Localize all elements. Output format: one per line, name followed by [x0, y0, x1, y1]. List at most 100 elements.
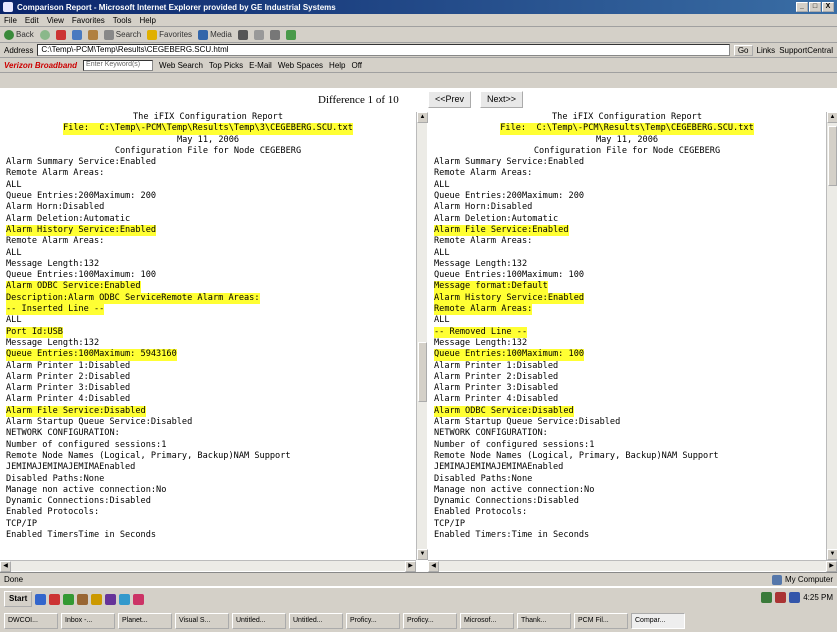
taskbar-task-button[interactable]: Thank...: [517, 613, 571, 629]
quick-launch-icon[interactable]: [105, 593, 117, 605]
links-item-email[interactable]: E-Mail: [249, 61, 272, 70]
start-button[interactable]: Start: [4, 591, 33, 607]
scroll-down-icon[interactable]: ▼: [417, 549, 428, 560]
line-text: Alarm Printer 2:Disabled: [6, 371, 131, 382]
quick-launch-icon[interactable]: [35, 593, 47, 605]
scroll-right-icon[interactable]: ▶: [405, 561, 416, 572]
diff-highlight-text: Alarm ODBC Service:Disabled: [434, 405, 574, 418]
quick-launch-icon[interactable]: [133, 593, 145, 605]
line-text: JEMIMAJEMIMAJEMIMAEnabled: [6, 462, 136, 473]
favorites-button[interactable]: Favorites: [147, 29, 192, 40]
address-input[interactable]: C:\Temp\-PCM\Temp\Results\CEGEBERG.SCU.h…: [37, 44, 730, 56]
report-line: Alarm Startup Queue Service:Disabled: [428, 417, 826, 428]
keyword-search-input[interactable]: Enter Keyword(s): [83, 59, 154, 71]
menu-view[interactable]: View: [47, 16, 64, 25]
taskbar-task-button[interactable]: Compar...: [631, 613, 685, 629]
tray-icon[interactable]: [775, 592, 787, 603]
prev-button[interactable]: <<Prev: [428, 91, 472, 108]
refresh-icon: [71, 29, 82, 40]
line-text: Dynamic Connections:Disabled: [434, 496, 579, 507]
right-compare-pane[interactable]: The iFIX Configuration Report File: C:\Te…: [428, 112, 826, 572]
home-button[interactable]: [87, 29, 98, 40]
taskbar-task-button[interactable]: Untitled...: [289, 613, 343, 629]
scroll-right-icon[interactable]: ▶: [826, 561, 837, 572]
scroll-left-icon[interactable]: ◀: [428, 561, 439, 572]
go-button[interactable]: Go: [733, 44, 753, 56]
scroll-left-icon[interactable]: ◀: [0, 561, 11, 572]
left-horizontal-scrollbar[interactable]: ◀ ▶: [0, 560, 416, 572]
links-item-help[interactable]: Help: [329, 61, 345, 70]
quick-launch-icon[interactable]: [49, 593, 61, 605]
taskbar-task-button[interactable]: Microsof...: [460, 613, 514, 629]
taskbar-task-button[interactable]: Proficy...: [346, 613, 400, 629]
links-item-web-spaces[interactable]: Web Spaces: [278, 61, 323, 70]
line-text: Remote Alarm Areas:: [6, 168, 105, 179]
menu-help[interactable]: Help: [139, 16, 155, 25]
media-button[interactable]: Media: [198, 29, 232, 40]
next-button[interactable]: Next>>: [480, 91, 524, 108]
line-text: Manage non active connection:No: [434, 484, 595, 495]
window-titlebar[interactable]: Comparison Report - Microsoft Internet E…: [0, 0, 837, 14]
report-line: ALL: [428, 315, 826, 326]
scroll-up-icon[interactable]: ▲: [417, 112, 428, 123]
line-text: Message Length:132: [434, 258, 528, 269]
difference-counter: Difference 1 of 10: [318, 94, 399, 106]
quick-launch-icon[interactable]: [91, 593, 103, 605]
quick-launch-icon[interactable]: [63, 593, 75, 605]
right-horizontal-scrollbar[interactable]: ◀ ▶: [428, 560, 837, 572]
page-content: Difference 1 of 10 <<Prev Next>> The iFI…: [0, 88, 837, 572]
quick-launch-icon[interactable]: [77, 593, 89, 605]
left-vertical-scrollbar[interactable]: ▲ ▼: [416, 112, 428, 560]
scroll-thumb[interactable]: [418, 342, 427, 402]
search-button[interactable]: Search: [103, 29, 141, 40]
close-button[interactable]: X: [822, 2, 834, 12]
taskbar-task-button[interactable]: Inbox -...: [61, 613, 115, 629]
edit-button[interactable]: [285, 29, 296, 40]
windows-taskbar: Start DWCOI... Inbox -... Planet... Visual …: [0, 586, 837, 631]
mail-button[interactable]: [253, 29, 264, 40]
maximize-button[interactable]: □: [809, 2, 821, 12]
report-line: Alarm ODBC Service:Disabled: [428, 405, 826, 418]
line-text: Queue Entries:200Maximum: 200: [434, 191, 585, 202]
left-compare-pane[interactable]: The iFIX Configuration Report File: C:\Te…: [0, 112, 416, 572]
tray-icon[interactable]: [761, 592, 773, 603]
links-item-top-picks[interactable]: Top Picks: [209, 61, 243, 70]
window-title: Comparison Report - Microsoft Internet E…: [17, 2, 336, 12]
taskbar-task-button[interactable]: Untitled...: [232, 613, 286, 629]
quick-launch-icon[interactable]: [119, 593, 131, 605]
refresh-button[interactable]: [71, 29, 82, 40]
right-vertical-scrollbar[interactable]: ▲ ▼: [826, 112, 837, 560]
scroll-down-icon[interactable]: ▼: [827, 549, 837, 560]
scroll-up-icon[interactable]: ▲: [827, 112, 837, 123]
line-text: Remote Node Names (Logical, Primary, Bac…: [434, 450, 719, 461]
web-search-button[interactable]: Web Search: [159, 61, 203, 70]
line-text: NETWORK CONFIGURATION:: [6, 428, 120, 439]
minimize-button[interactable]: _: [796, 2, 808, 12]
taskbar-task-button[interactable]: DWCOI...: [4, 613, 58, 629]
taskbar-task-button[interactable]: Planet...: [118, 613, 172, 629]
report-line: ALL: [0, 180, 416, 191]
history-button[interactable]: [237, 29, 248, 40]
taskbar-task-button[interactable]: Proficy...: [403, 613, 457, 629]
menu-edit[interactable]: Edit: [25, 16, 39, 25]
status-bar: Done My Computer: [0, 572, 837, 586]
taskbar-task-button[interactable]: PCM Fil...: [574, 613, 628, 629]
line-text: Message Length:132: [6, 337, 100, 348]
links-label[interactable]: Links: [757, 46, 776, 55]
taskbar-task-button[interactable]: Visual S...: [175, 613, 229, 629]
stop-button[interactable]: [55, 29, 66, 40]
links-item-off[interactable]: Off: [352, 61, 363, 70]
report-line: Alarm ODBC Service:Enabled: [0, 281, 416, 293]
menu-file[interactable]: File: [4, 16, 17, 25]
back-button[interactable]: Back: [4, 29, 34, 40]
menu-favorites[interactable]: Favorites: [72, 16, 105, 25]
line-text: Number of configured sessions:1: [434, 439, 595, 450]
menu-tools[interactable]: Tools: [113, 16, 132, 25]
forward-button[interactable]: [39, 29, 50, 40]
print-button[interactable]: [269, 29, 280, 40]
printer-icon: [269, 29, 280, 40]
scroll-thumb[interactable]: [828, 126, 837, 186]
report-line: Remote Alarm Areas:: [428, 168, 826, 179]
tray-icon[interactable]: [789, 592, 801, 603]
support-link[interactable]: SupportCentral: [779, 46, 833, 55]
